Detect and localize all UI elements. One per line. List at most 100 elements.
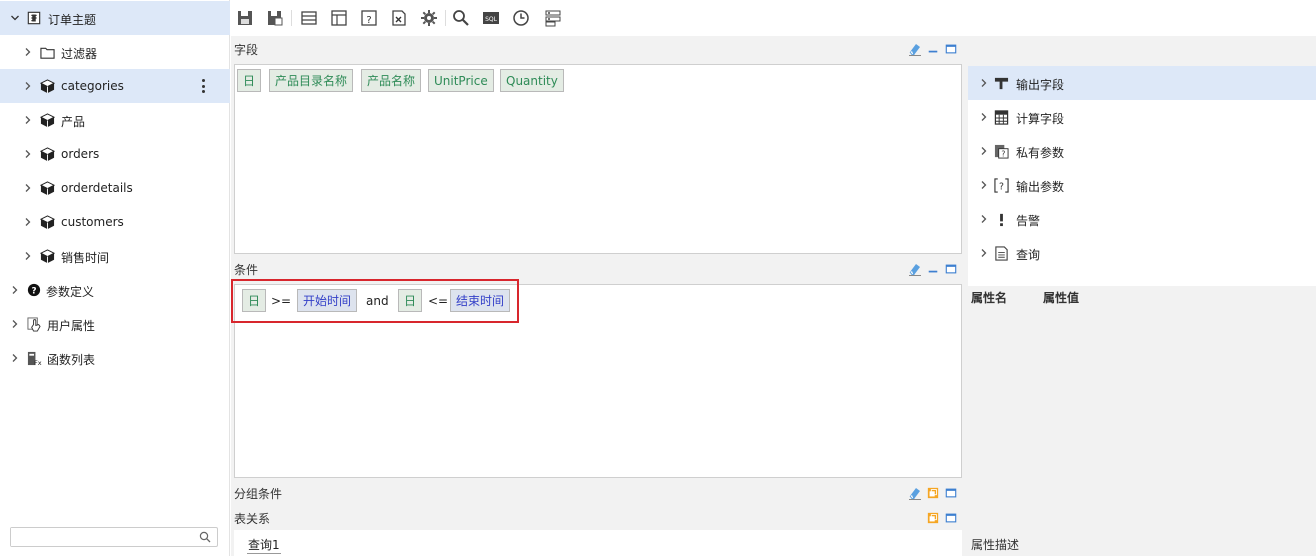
condition-highlight-box bbox=[231, 279, 519, 323]
tree-item-products[interactable]: 产品 bbox=[0, 103, 230, 137]
search-icon[interactable] bbox=[199, 531, 211, 543]
chevron-right-icon[interactable] bbox=[21, 249, 35, 263]
sql-icon[interactable]: SQL bbox=[481, 8, 501, 28]
tree-item-label: categories bbox=[61, 79, 124, 93]
clock-icon[interactable] bbox=[511, 8, 531, 28]
cube-icon bbox=[39, 214, 55, 230]
svg-text:?: ? bbox=[31, 287, 36, 297]
right-item-label: 输出字段 bbox=[1016, 78, 1065, 92]
chevron-right-icon[interactable] bbox=[8, 351, 22, 365]
eraser-icon[interactable] bbox=[908, 486, 922, 500]
property-name-header: 属性名 bbox=[971, 291, 1008, 305]
tree-node-user-attributes[interactable]: 用户属性 bbox=[0, 307, 230, 341]
tree-item-label: customers bbox=[61, 215, 124, 229]
tree-search-box[interactable] bbox=[10, 527, 218, 547]
restore-icon[interactable] bbox=[926, 511, 940, 525]
chevron-right-icon[interactable] bbox=[977, 76, 991, 90]
more-vertical-icon[interactable] bbox=[200, 79, 206, 93]
tree-item-filter[interactable]: 过滤器 bbox=[0, 35, 230, 69]
field-chip[interactable]: UnitPrice bbox=[428, 69, 494, 92]
chevron-down-icon[interactable] bbox=[8, 11, 22, 25]
chevron-right-icon[interactable] bbox=[8, 317, 22, 331]
chevron-right-icon[interactable] bbox=[21, 79, 35, 93]
chevron-right-icon[interactable] bbox=[977, 212, 991, 226]
property-value-header: 属性值 bbox=[1043, 291, 1080, 305]
eraser-icon[interactable] bbox=[908, 262, 922, 276]
search-icon[interactable] bbox=[451, 8, 471, 28]
right-item-label: 私有参数 bbox=[1016, 146, 1065, 160]
tree-item-label: orders bbox=[61, 147, 100, 161]
field-chip[interactable]: 日 bbox=[237, 69, 262, 92]
right-item-output-fields[interactable]: 输出字段 bbox=[968, 66, 1316, 100]
tree-item-sales-time[interactable]: 销售时间 bbox=[0, 239, 230, 273]
right-item-output-params[interactable]: ? 输出参数 bbox=[968, 168, 1316, 202]
cube-icon bbox=[39, 78, 55, 94]
table-relations-area: 查询1 bbox=[234, 530, 962, 556]
field-chip[interactable]: 产品名称 bbox=[361, 69, 422, 92]
gear-icon[interactable] bbox=[419, 8, 439, 28]
minimize-icon[interactable] bbox=[926, 42, 940, 56]
tree-node-function-list[interactable]: Fx 函数列表 bbox=[0, 341, 230, 375]
property-description-label: 属性描述 bbox=[971, 538, 1020, 552]
save-as-icon[interactable] bbox=[265, 8, 285, 28]
chevron-right-icon[interactable] bbox=[21, 113, 35, 127]
right-item-label: 告警 bbox=[1016, 214, 1041, 228]
chevron-right-icon[interactable] bbox=[21, 147, 35, 161]
tree-root-node[interactable]: 订单主题 bbox=[0, 1, 230, 35]
cube-icon bbox=[39, 180, 55, 196]
param-icon[interactable]: ? bbox=[359, 8, 379, 28]
export-icon[interactable] bbox=[389, 8, 409, 28]
tree-root-label: 订单主题 bbox=[48, 13, 97, 27]
group-conditions-title: 分组条件 bbox=[234, 487, 283, 501]
field-chip[interactable]: Quantity bbox=[500, 69, 564, 92]
maximize-icon[interactable] bbox=[944, 42, 958, 56]
left-tree-panel: 订单主题 过滤器 categories 产品 orders orderdetai… bbox=[0, 0, 230, 556]
fields-section-header: 字段 bbox=[231, 37, 968, 61]
tree-item-label: 销售时间 bbox=[61, 251, 110, 265]
tree-item-customers[interactable]: customers bbox=[0, 205, 230, 239]
chevron-right-icon[interactable] bbox=[21, 181, 35, 195]
maximize-icon[interactable] bbox=[944, 511, 958, 525]
minimize-icon[interactable] bbox=[926, 262, 940, 276]
tree-node-param-definition[interactable]: ? 参数定义 bbox=[0, 273, 230, 307]
chevron-right-icon[interactable] bbox=[977, 246, 991, 260]
chevron-right-icon[interactable] bbox=[977, 144, 991, 158]
calculator-icon bbox=[993, 109, 1009, 125]
right-item-query[interactable]: 查询 bbox=[968, 236, 1316, 270]
right-item-calculated-fields[interactable]: 计算字段 bbox=[968, 100, 1316, 134]
tree-item-orders[interactable]: orders bbox=[0, 137, 230, 171]
tree-item-categories[interactable]: categories bbox=[0, 69, 230, 103]
right-item-label: 计算字段 bbox=[1016, 112, 1065, 126]
chevron-right-icon[interactable] bbox=[8, 283, 22, 297]
tree-node-label: 参数定义 bbox=[46, 285, 95, 299]
chevron-right-icon[interactable] bbox=[977, 178, 991, 192]
tree-search-input[interactable] bbox=[11, 528, 191, 546]
chevron-right-icon[interactable] bbox=[21, 215, 35, 229]
chevron-right-icon[interactable] bbox=[977, 110, 991, 124]
chevron-right-icon[interactable] bbox=[21, 45, 35, 59]
cube-icon bbox=[39, 248, 55, 264]
settings-icon[interactable] bbox=[543, 8, 563, 28]
group-conditions-header: 分组条件 bbox=[231, 481, 968, 505]
right-item-label: 输出参数 bbox=[1016, 180, 1065, 194]
tree-item-orderdetails[interactable]: orderdetails bbox=[0, 171, 230, 205]
toolbar: ? SQL bbox=[231, 0, 1316, 36]
maximize-icon[interactable] bbox=[944, 486, 958, 500]
tree-node-label: 函数列表 bbox=[47, 353, 96, 367]
right-item-label: 查询 bbox=[1016, 248, 1041, 262]
tree-node-label: 用户属性 bbox=[47, 319, 96, 333]
right-item-list: 输出字段 计算字段 ? 私有参数 ? 输出参数 告警 查询 bbox=[968, 66, 1316, 286]
sql-label: SQL bbox=[485, 16, 498, 23]
right-item-private-params[interactable]: ? 私有参数 bbox=[968, 134, 1316, 168]
restore-icon[interactable] bbox=[926, 486, 940, 500]
table-icon[interactable] bbox=[299, 8, 319, 28]
right-item-alerts[interactable]: 告警 bbox=[968, 202, 1316, 236]
fields-area[interactable]: 日 产品目录名称 产品名称 UnitPrice Quantity bbox=[234, 64, 962, 254]
function-icon: Fx bbox=[26, 350, 42, 366]
eraser-icon[interactable] bbox=[908, 42, 922, 56]
field-chip[interactable]: 产品目录名称 bbox=[269, 69, 354, 92]
save-icon[interactable] bbox=[235, 8, 255, 28]
maximize-icon[interactable] bbox=[944, 262, 958, 276]
query-tab[interactable]: 查询1 bbox=[247, 536, 281, 554]
layout-icon[interactable] bbox=[329, 8, 349, 28]
